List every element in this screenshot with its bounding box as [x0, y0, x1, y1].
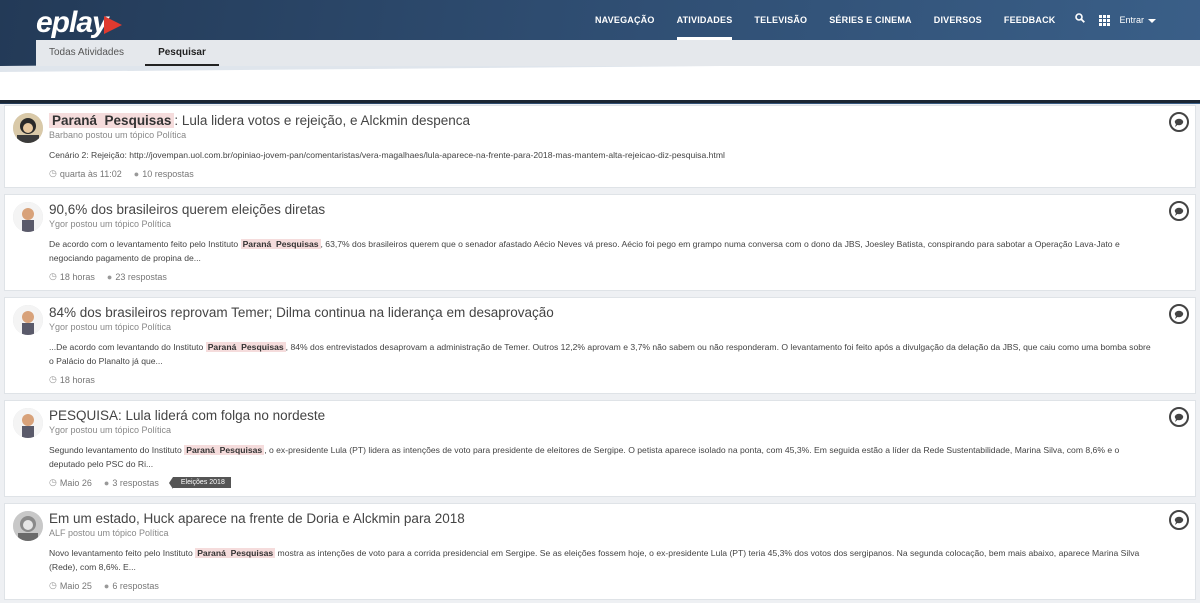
result-snippet: ...De acordo com levantando do Instituto…	[49, 342, 1151, 366]
search-highlight: Paraná Pesquisas	[205, 342, 286, 352]
avatar[interactable]	[13, 202, 43, 232]
header-divider	[0, 100, 1200, 103]
reply-count: ● 6 respostas	[103, 580, 159, 591]
result-card: 90,6% dos brasileiros querem eleições di…	[4, 194, 1196, 291]
comment-count-icon: ●	[103, 477, 110, 488]
result-meta: Ygor postou um tópico Política	[49, 219, 172, 229]
tab-pesquisar[interactable]: Pesquisar	[145, 40, 219, 66]
play-icon	[103, 16, 122, 34]
result-card: PESQUISA: Lula liderá com folga no norde…	[4, 400, 1196, 497]
nav-item-feedback[interactable]: FEEDBACK	[1004, 0, 1056, 40]
comment-count-icon: ●	[103, 580, 110, 591]
search-icon[interactable]	[1075, 0, 1086, 40]
search-highlight: Paraná Pesquisas	[49, 113, 175, 128]
clock-icon: ◷	[49, 271, 57, 281]
signin-label: Entrar	[1119, 15, 1144, 25]
timestamp: ◷ 18 horas	[49, 374, 95, 385]
result-meta: Ygor postou um tópico Política	[49, 322, 172, 332]
result-stats: ◷ Maio 26 ● 3 respostas Eleições 2018	[49, 477, 1151, 489]
result-card: Em um estado, Huck aparece na frente de …	[4, 503, 1196, 600]
result-title[interactable]: Paraná Pesquisas: Lula lidera votos e re…	[49, 112, 1151, 129]
result-title[interactable]: Em um estado, Huck aparece na frente de …	[49, 510, 1151, 527]
reply-count: ● 3 respostas	[103, 477, 159, 488]
comments-icon[interactable]	[1169, 407, 1189, 427]
comment-count-icon: ●	[133, 168, 140, 179]
search-highlight: Paraná Pesquisas	[195, 548, 276, 558]
result-stats: ◷ Maio 25 ● 6 respostas	[49, 580, 1151, 591]
nav-item-atividades[interactable]: ATIVIDADES	[676, 0, 733, 40]
comments-icon[interactable]	[1169, 510, 1189, 530]
reply-count: ● 23 respostas	[106, 271, 167, 282]
result-stats: ◷ 18 horas	[49, 374, 1151, 385]
result-snippet: Cenário 2: Rejeição: http://jovempan.uol…	[49, 150, 725, 160]
site-logo[interactable]: eplay	[36, 6, 122, 40]
clock-icon: ◷	[49, 168, 57, 178]
comments-icon[interactable]	[1169, 201, 1189, 221]
result-meta: Barbano postou um tópico Política	[49, 130, 187, 140]
tag-badge[interactable]: Eleições 2018	[168, 477, 231, 489]
tab-todas-atividades[interactable]: Todas Atividades	[36, 40, 137, 66]
chevron-down-icon	[1148, 18, 1156, 23]
nav-item-televisao[interactable]: TELEVISÃO	[754, 0, 807, 40]
result-meta: ALF postou um tópico Política	[49, 528, 169, 538]
result-title[interactable]: PESQUISA: Lula liderá com folga no norde…	[49, 407, 1151, 424]
signin-menu[interactable]: Entrar	[1119, 0, 1156, 40]
timestamp: ◷ 18 horas	[49, 271, 95, 282]
result-snippet: Novo levantamento feito pelo Instituto P…	[49, 548, 1140, 572]
timestamp: ◷ Maio 26	[49, 477, 92, 488]
clock-icon: ◷	[49, 580, 57, 590]
clock-icon: ◷	[49, 374, 57, 384]
apps-grid-icon[interactable]	[1099, 14, 1111, 26]
comments-icon[interactable]	[1169, 112, 1189, 132]
search-highlight: Paraná Pesquisas	[184, 445, 265, 455]
clock-icon: ◷	[49, 477, 57, 487]
nav-item-diversos[interactable]: DIVERSOS	[934, 0, 982, 40]
sub-navigation: Todas Atividades Pesquisar	[36, 40, 1200, 66]
comments-icon[interactable]	[1169, 304, 1189, 324]
logo-text: eplay	[36, 6, 109, 39]
result-card: Paraná Pesquisas: Lula lidera votos e re…	[4, 105, 1196, 188]
search-highlight: Paraná Pesquisas	[240, 239, 321, 249]
result-card: 84% dos brasileiros reprovam Temer; Dilm…	[4, 297, 1196, 394]
search-results-list: Paraná Pesquisas: Lula lidera votos e re…	[4, 105, 1196, 603]
top-navigation: NAVEGAÇÃO ATIVIDADES TELEVISÃO SÉRIES E …	[573, 0, 1156, 40]
result-snippet: Segundo levantamento do Instituto Paraná…	[49, 445, 1120, 469]
result-title[interactable]: 90,6% dos brasileiros querem eleições di…	[49, 201, 1151, 218]
site-header: eplay NAVEGAÇÃO ATIVIDADES TELEVISÃO SÉR…	[0, 0, 1200, 104]
avatar[interactable]	[13, 305, 43, 335]
nav-item-navegacao[interactable]: NAVEGAÇÃO	[595, 0, 655, 40]
result-snippet: De acordo com o levantamento feito pelo …	[49, 239, 1120, 263]
result-stats: ◷ 18 horas ● 23 respostas	[49, 271, 1151, 282]
nav-item-series-e-cinema[interactable]: SÉRIES E CINEMA	[829, 0, 912, 40]
result-meta: Ygor postou um tópico Política	[49, 425, 172, 435]
reply-count: ● 10 respostas	[133, 168, 194, 179]
timestamp: ◷ quarta às 11:02	[49, 168, 122, 179]
result-title[interactable]: 84% dos brasileiros reprovam Temer; Dilm…	[49, 304, 1151, 321]
timestamp: ◷ Maio 25	[49, 580, 92, 591]
comment-count-icon: ●	[106, 271, 113, 282]
avatar[interactable]	[13, 113, 43, 143]
avatar[interactable]	[13, 511, 43, 541]
avatar[interactable]	[13, 408, 43, 438]
result-stats: ◷ quarta às 11:02 ● 10 respostas	[49, 168, 1151, 179]
